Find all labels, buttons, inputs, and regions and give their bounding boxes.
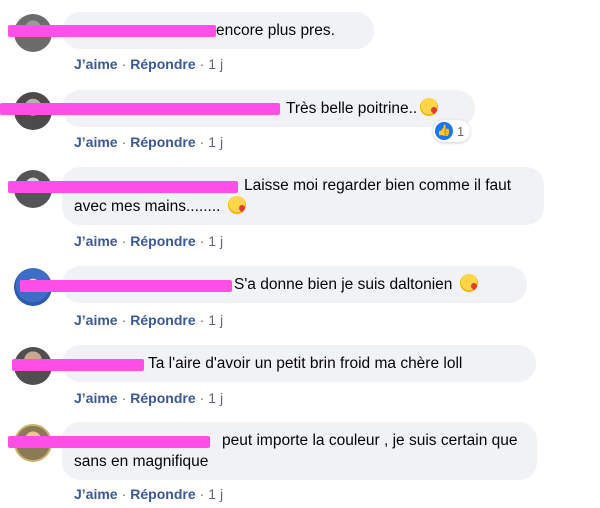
timestamp[interactable]: 1 j [208,390,223,406]
comment-actions: J’aime · Répondre · 1 j [74,233,224,249]
comment-actions: J’aime · Répondre · 1 j [74,390,224,406]
timestamp[interactable]: 1 j [208,486,223,502]
like-button[interactable]: J’aime [74,486,118,502]
like-button[interactable]: J’aime [74,134,118,150]
comment-actions: J’aime · Répondre · 1 j [74,134,224,150]
reply-button[interactable]: Répondre [130,134,195,150]
timestamp[interactable]: 1 j [208,312,223,328]
blushing-emoji-icon [228,196,247,214]
name-redaction [20,280,232,292]
comment-bubble: peut importe la couleur , je suis certai… [62,422,537,480]
comment-text: S'a donne bien je suis daltonien [234,276,453,293]
comment-text: encore plus pres. [216,22,335,39]
timestamp[interactable]: 1 j [208,233,223,249]
kiss-emoji-icon [420,98,439,116]
name-redaction [12,359,144,371]
timestamp[interactable]: 1 j [208,56,223,72]
comment-bubble: Laisse moi regarder bien comme il faut a… [62,167,544,225]
comment-actions: J’aime · Répondre · 1 j [74,486,224,502]
like-button[interactable]: J’aime [74,233,118,249]
comment-actions: J’aime · Répondre · 1 j [74,312,224,328]
reply-button[interactable]: Répondre [130,56,195,72]
reply-button[interactable]: Répondre [130,312,195,328]
like-button[interactable]: J’aime [74,390,118,406]
name-redaction [8,181,238,193]
thumbs-up-icon: 👍 [435,122,453,140]
comment-text: Ta l'aire d'avoir un petit brin froid ma… [148,355,463,372]
reaction-badge[interactable]: 👍 1 [433,120,471,142]
kiss-emoji-icon [460,274,479,292]
like-button[interactable]: J’aime [74,312,118,328]
comment-text: Très belle poitrine.. [286,100,418,117]
name-redaction [8,436,210,448]
comment-actions: J’aime · Répondre · 1 j [74,56,224,72]
like-button[interactable]: J’aime [74,56,118,72]
reaction-count: 1 [457,123,465,139]
name-redaction [0,103,280,115]
reply-button[interactable]: Répondre [130,486,195,502]
timestamp[interactable]: 1 j [208,134,223,150]
name-redaction [8,25,216,37]
reply-button[interactable]: Répondre [130,233,195,249]
reply-button[interactable]: Répondre [130,390,195,406]
